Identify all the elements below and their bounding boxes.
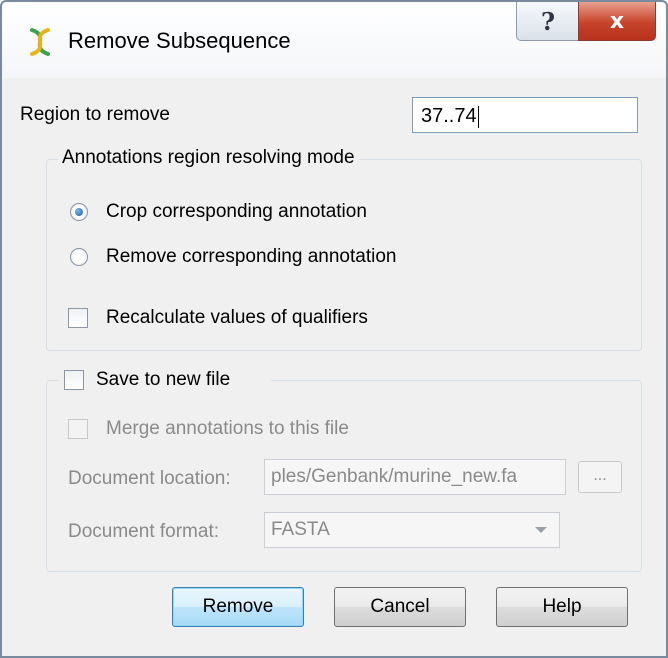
- save-to-new-file-label[interactable]: Save to new file: [96, 369, 230, 391]
- help-title-button[interactable]: ?: [516, 2, 580, 41]
- title-bar[interactable]: Remove Subsequence ? x: [2, 2, 666, 78]
- window-title: Remove Subsequence: [68, 28, 291, 53]
- region-label: Region to remove: [20, 104, 170, 125]
- close-icon: x: [609, 8, 625, 34]
- document-location-label: Document location:: [68, 468, 231, 489]
- recalculate-qualifiers-label[interactable]: Recalculate values of qualifiers: [106, 307, 368, 329]
- question-mark-icon: ?: [540, 6, 556, 36]
- save-to-new-file-checkbox[interactable]: [64, 370, 84, 390]
- close-button[interactable]: x: [578, 2, 656, 41]
- ellipsis-icon: ...: [593, 467, 607, 484]
- remove-button[interactable]: Remove: [172, 587, 304, 627]
- crop-annotation-radio[interactable]: [70, 203, 88, 221]
- text-caret: [477, 105, 479, 128]
- document-format-value: FASTA: [271, 519, 330, 540]
- help-button[interactable]: Help: [496, 587, 628, 627]
- recalculate-qualifiers-checkbox[interactable]: [68, 308, 88, 328]
- merge-annotations-checkbox[interactable]: [68, 419, 88, 439]
- region-input[interactable]: 37..74: [412, 97, 638, 133]
- region-input-value: 37..74: [421, 105, 477, 127]
- cancel-button[interactable]: Cancel: [334, 587, 466, 627]
- annotations-mode-group-title: Annotations region resolving mode: [58, 147, 359, 169]
- document-location-value: ples/Genbank/murine_new.fa: [271, 466, 518, 487]
- chevron-down-icon: [535, 527, 547, 533]
- browse-button[interactable]: ...: [578, 461, 622, 493]
- document-format-label: Document format:: [68, 521, 219, 542]
- save-to-file-header: Save to new file: [58, 368, 271, 394]
- dna-helix-icon: [30, 28, 50, 56]
- crop-annotation-label[interactable]: Crop corresponding annotation: [106, 201, 367, 223]
- merge-annotations-label[interactable]: Merge annotations to this file: [106, 418, 349, 440]
- document-format-select[interactable]: FASTA: [264, 512, 560, 548]
- document-location-input[interactable]: ples/Genbank/murine_new.fa: [264, 459, 566, 495]
- remove-subsequence-dialog: Remove Subsequence ? x Region to remove …: [0, 0, 668, 658]
- remove-annotation-label[interactable]: Remove corresponding annotation: [106, 246, 396, 268]
- remove-annotation-radio[interactable]: [70, 248, 88, 266]
